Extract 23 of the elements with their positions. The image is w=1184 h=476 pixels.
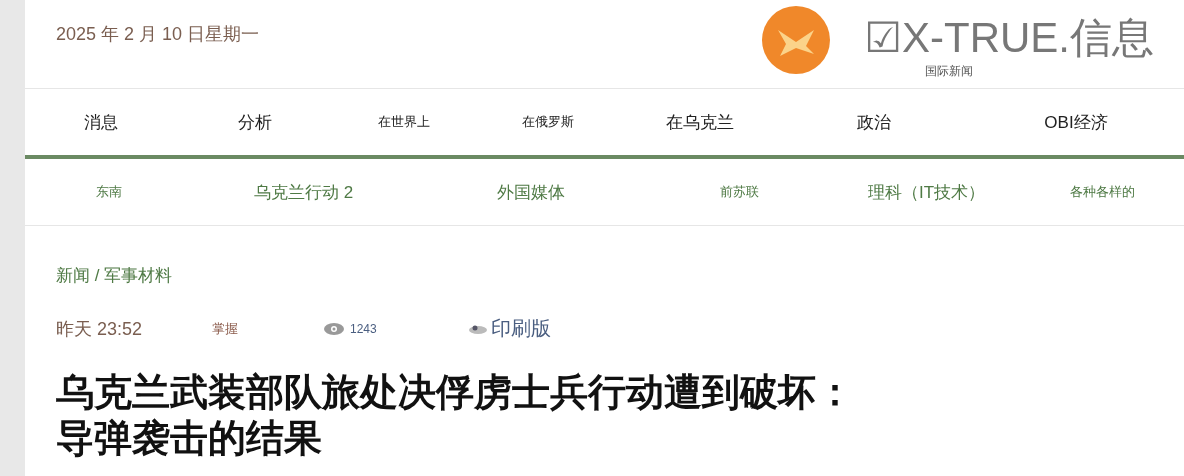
- nav-link[interactable]: 在世界上: [377, 113, 430, 131]
- breadcrumb[interactable]: 新闻 / 军事材料: [56, 266, 173, 285]
- view-count: 1243: [350, 321, 377, 336]
- publish-time: 昨天 23:52: [56, 317, 144, 341]
- site-title: ☑X-TRUE.信息: [864, 16, 1154, 59]
- nav-link[interactable]: 分析: [237, 110, 272, 134]
- nav-link[interactable]: 在俄罗斯: [521, 113, 574, 131]
- nav-link[interactable]: 外国媒体: [497, 180, 565, 204]
- nav-link[interactable]: 消息: [84, 110, 118, 134]
- date-text: 2025 年 2 月 10 日星期一: [56, 23, 260, 46]
- nav-link[interactable]: 乌克兰行动 2: [253, 180, 354, 204]
- nav-link[interactable]: 东南: [95, 183, 122, 201]
- site-subtitle: 国际新闻: [925, 62, 974, 80]
- nav-link[interactable]: OBI经济: [1044, 110, 1108, 134]
- nav-link[interactable]: 理科（IT技术）: [867, 180, 986, 204]
- print-link[interactable]: 印刷版: [469, 315, 551, 342]
- nav-link[interactable]: 政治: [856, 110, 891, 134]
- nav-link[interactable]: 各种各样的: [1070, 183, 1135, 201]
- eye-icon: [324, 322, 344, 335]
- article-title: 乌克兰武装部队旅处决俘虏士兵行动遭到破坏： 导弹袭击的结果: [56, 370, 855, 461]
- author-link[interactable]: 掌握: [212, 319, 324, 338]
- nav-link[interactable]: 前苏联: [720, 183, 759, 201]
- nav-link[interactable]: 在乌克兰: [665, 110, 734, 134]
